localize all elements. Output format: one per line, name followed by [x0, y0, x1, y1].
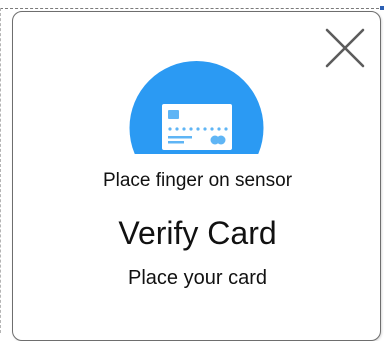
page-edge-top: [0, 8, 384, 9]
dialog-instruction: Place your card: [128, 267, 267, 289]
credit-card-icon: [129, 61, 264, 154]
sensor-hint: Place finger on sensor: [102, 170, 293, 191]
corner-mark: [380, 6, 384, 10]
close-icon: [325, 28, 365, 68]
dialog-title: Verify Card: [118, 215, 277, 251]
page-edge-left: [0, 8, 1, 333]
card-badge: [129, 61, 264, 154]
close-button[interactable]: [323, 26, 367, 70]
verify-card-dialog: Place finger on sensor Verify Card Place…: [12, 11, 381, 341]
